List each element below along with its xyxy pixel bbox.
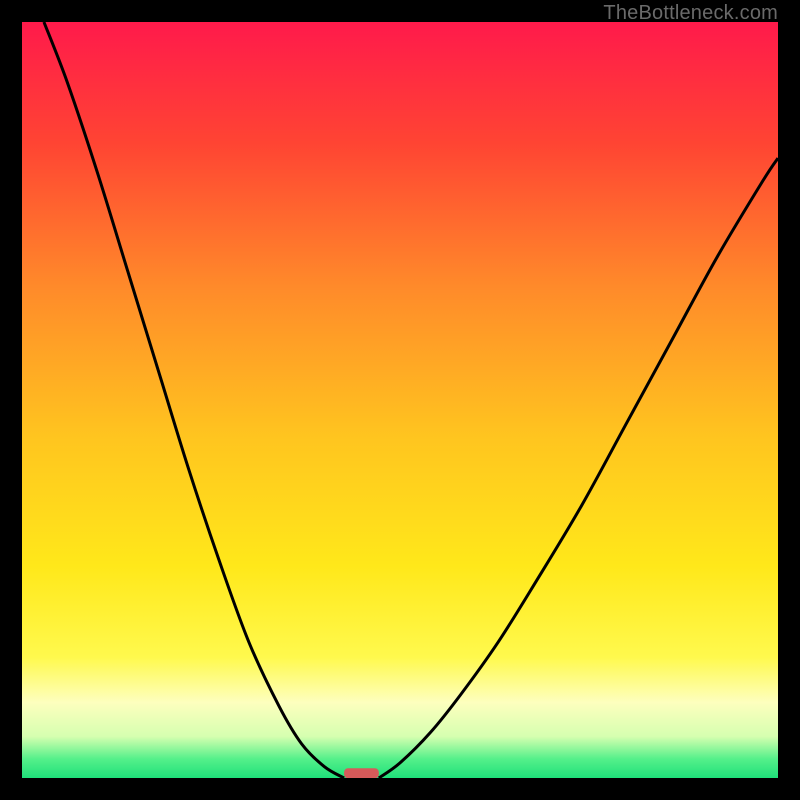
watermark-text: TheBottleneck.com — [603, 2, 778, 25]
bottleneck-chart — [22, 22, 778, 778]
chart-frame — [22, 22, 778, 778]
gradient-backdrop — [22, 22, 778, 778]
trough-marker — [344, 768, 379, 778]
